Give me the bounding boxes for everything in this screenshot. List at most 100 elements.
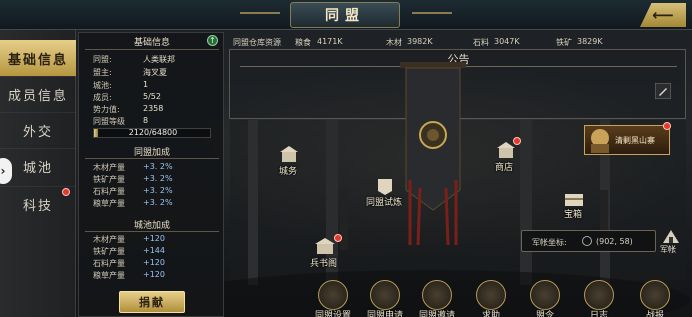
alliance-invite-button[interactable]: 同盟邀请 <box>414 280 460 317</box>
row-key: 成员: <box>93 93 112 102</box>
back-button[interactable]: ⟵ <box>640 3 686 27</box>
row-key: 木材产量 <box>93 235 125 244</box>
building-label: 宝箱 <box>564 210 583 220</box>
bottom-label: 战报 <box>645 311 664 317</box>
nav-label: 外交 <box>22 125 53 140</box>
bottom-label: 同盟申请 <box>366 311 403 317</box>
tent-button[interactable]: 军帐 <box>660 228 682 256</box>
battle-report-button[interactable]: 战报 <box>632 280 678 317</box>
alliance-level: 8 <box>143 116 149 125</box>
coords-label: 军帐坐标: <box>532 238 567 247</box>
tent-label: 军帐 <box>660 245 676 254</box>
row-key: 粮草产量 <box>93 199 125 208</box>
log-book-icon <box>584 280 614 310</box>
treasure-chest-icon <box>565 194 583 206</box>
crossed-swords-icon <box>640 280 670 310</box>
game-screen: 同盟 ⟵ 基础信息 成员信息 外交 城池 科技 › 基础信息 ↑ 同盟: 人类联… <box>0 0 692 317</box>
row-key: 势力值: <box>93 105 120 114</box>
row-key: 粮草产量 <box>93 271 125 280</box>
city-bonus-value: +144 <box>143 246 165 255</box>
nav-label: 科技 <box>22 199 53 214</box>
building-label: 同盟试炼 <box>366 198 403 208</box>
notification-dot <box>663 122 671 130</box>
bottom-label: 同盟邀请 <box>418 311 455 317</box>
resource-value: 3982K <box>407 37 433 46</box>
nav-label: 基础信息 <box>7 52 68 68</box>
power-value: 2358 <box>143 104 164 113</box>
log-button[interactable]: 日志 <box>576 280 622 317</box>
resource-value: 3047K <box>494 37 520 46</box>
bottom-label: 日志 <box>589 311 608 317</box>
building-alliance-trial[interactable]: 同盟试炼 <box>366 177 402 208</box>
building-label: 兵书阁 <box>310 259 338 269</box>
row-key: 木材产量 <box>93 163 125 172</box>
title-bar: 同盟 ⟵ <box>0 0 692 30</box>
nav-item-tech[interactable]: 科技 <box>0 186 76 222</box>
section-title-basic: 基础信息 <box>133 38 170 48</box>
bottom-label: 盟令 <box>535 311 554 317</box>
coords-value[interactable]: (902, 58) <box>596 237 633 246</box>
expand-arrow-button[interactable]: › <box>0 158 12 184</box>
bonus-value: +3. 2% <box>143 198 173 207</box>
nav-label: 成员信息 <box>7 89 68 104</box>
trial-icon <box>378 179 392 195</box>
tent-icon <box>663 230 679 243</box>
row-key: 石料产量 <box>93 187 125 196</box>
invite-letter-icon <box>422 280 452 310</box>
city-bonus-value: +120 <box>143 258 165 267</box>
title-ornament-right <box>412 12 452 14</box>
help-button[interactable]: 求助 <box>468 280 514 317</box>
boss-event-button[interactable]: 清剿黑山寨 <box>584 122 671 155</box>
member-count: 5/52 <box>143 92 161 101</box>
bonus-value: +3. 2% <box>143 162 173 171</box>
order-token-icon <box>530 280 560 310</box>
bottom-label: 同盟设置 <box>314 311 351 317</box>
exp-text: 2120/64800 <box>128 128 178 137</box>
donate-button[interactable]: 捐献 <box>119 291 185 313</box>
building-treasure[interactable]: 宝箱 <box>563 190 585 220</box>
warehouse-resources-bar: 同盟仓库资源 粮食 4171K 木材 3982K 石料 3047K 铁矿 382… <box>229 36 686 48</box>
alliance-settings-button[interactable]: 同盟设置 <box>310 280 356 317</box>
row-key: 铁矿产量 <box>93 247 125 256</box>
building-library[interactable]: 兵书阁 <box>310 234 342 269</box>
building-city-affairs[interactable]: 城务 <box>278 144 300 177</box>
resource-name: 铁矿 <box>556 38 572 47</box>
nav-item-diplomacy[interactable]: 外交 <box>0 112 76 148</box>
alliance-apply-button[interactable]: 同盟申请 <box>362 280 408 317</box>
resource-name: 木材 <box>386 38 402 47</box>
row-key: 城池: <box>93 81 112 90</box>
resource-value: 3829K <box>577 37 603 46</box>
building-label: 城务 <box>279 167 298 177</box>
bonus-value: +3. 2% <box>143 186 173 195</box>
title-ornament-left <box>240 12 280 14</box>
location-pin-icon <box>582 236 592 246</box>
page-title: 同盟 <box>325 8 365 24</box>
alliance-banner <box>400 62 466 245</box>
edit-pencil-icon[interactable] <box>655 83 671 99</box>
nav-item-member-info[interactable]: 成员信息 <box>0 76 76 112</box>
alliance-info-panel: 基础信息 ↑ 同盟: 人类联邦 盟主: 海叉夏 城池: 1 成员: 5/52 势… <box>78 32 224 317</box>
leader-name: 海叉夏 <box>143 68 167 77</box>
tent-coordinates: 军帐坐标: (902, 58) <box>521 230 656 252</box>
resource-name: 石料 <box>473 38 489 47</box>
notification-dot <box>513 137 521 145</box>
notification-dot <box>334 234 342 242</box>
building-shop[interactable]: 商店 <box>495 137 521 173</box>
warehouse-label: 同盟仓库资源 <box>233 38 281 47</box>
city-count: 1 <box>143 80 149 89</box>
row-key: 石料产量 <box>93 259 125 268</box>
divider <box>85 49 219 50</box>
notification-dot <box>62 188 70 196</box>
apply-scroll-icon <box>370 280 400 310</box>
row-key: 铁矿产量 <box>93 175 125 184</box>
divider <box>85 158 219 159</box>
resource-name: 粮食 <box>295 38 311 47</box>
back-arrow-icon: ⟵ <box>652 6 674 24</box>
donate-label: 捐献 <box>139 296 165 309</box>
chevron-right-icon: › <box>0 164 6 178</box>
info-icon[interactable]: ↑ <box>207 35 218 46</box>
nav-item-basic-info[interactable]: 基础信息 <box>0 40 76 76</box>
divider <box>85 231 219 232</box>
bottom-label: 求助 <box>481 311 500 317</box>
alliance-order-button[interactable]: 盟令 <box>522 280 568 317</box>
